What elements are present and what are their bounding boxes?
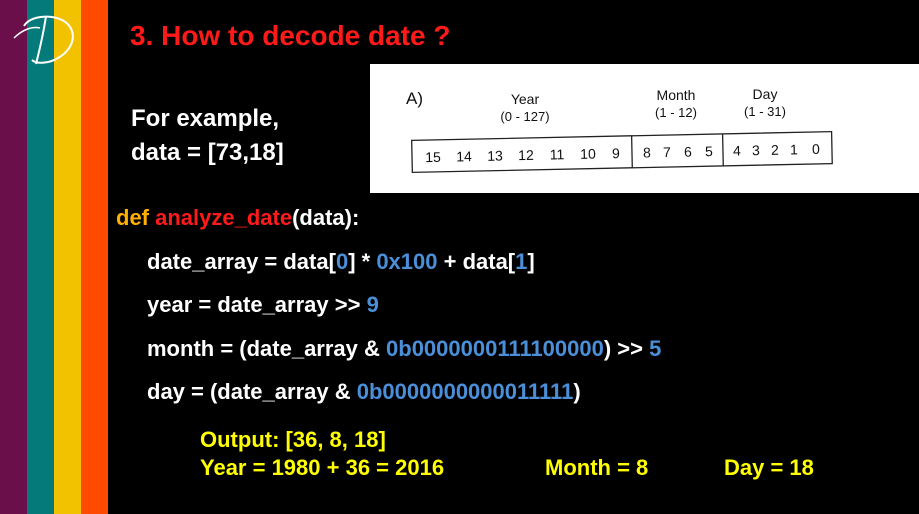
def-keyword: def [116, 205, 156, 230]
output-day: Day = 18 [724, 455, 814, 480]
code-text: date_array = data[ [147, 249, 336, 274]
day-field-range: (1 - 31) [744, 104, 786, 119]
bit-5: 5 [705, 143, 713, 159]
bit-6: 6 [684, 144, 692, 160]
bit-15: 15 [425, 149, 441, 165]
stripe-yellow [54, 0, 81, 514]
code-number: 5 [649, 336, 662, 361]
example-block: For example, data = [73,18] [131, 102, 284, 170]
bit-1: 1 [790, 141, 798, 157]
output-year: Year = 1980 + 36 = 2016 [200, 455, 445, 480]
code-text: ) >> [603, 336, 650, 361]
code-number: 9 [366, 292, 379, 317]
code-text: ] * [348, 249, 377, 274]
code-text: month = (date_array & [147, 336, 387, 361]
bit-11: 11 [550, 146, 565, 162]
code-text: + data[ [437, 249, 516, 274]
diagram-label: A) [406, 89, 423, 108]
bit-layout-diagram: A) Year (0 - 127) Month (1 - 12) Day (1 … [370, 64, 919, 193]
year-month-divider [630, 135, 633, 168]
bit-3: 3 [752, 142, 760, 158]
bit-12: 12 [518, 147, 534, 163]
stripe-orange [81, 0, 108, 514]
code-text: ) [573, 379, 581, 404]
bit-box [411, 130, 833, 174]
bit-9: 9 [612, 145, 620, 161]
bit-7: 7 [663, 144, 671, 160]
bit-13: 13 [487, 147, 503, 163]
bit-14: 14 [456, 148, 472, 164]
code-number: 0b0000000000011111 [356, 379, 574, 404]
d-monogram-logo [10, 8, 90, 68]
example-line-2: data = [73,18] [131, 139, 284, 166]
function-params: (data): [292, 205, 360, 230]
month-field-range: (1 - 12) [655, 105, 697, 120]
year-field-name: Year [511, 91, 540, 107]
stripe-purple [0, 0, 27, 514]
bit-2: 2 [771, 142, 779, 158]
code-text: year = date_array >> [147, 292, 367, 317]
code-line-month: month = (date_array & 0b0000000111100000… [147, 336, 661, 362]
bit-0: 0 [812, 141, 820, 157]
code-number: 0 [335, 249, 349, 274]
code-number: 0x100 [376, 249, 438, 274]
month-day-divider [721, 133, 724, 166]
function-name: analyze_date [155, 205, 293, 230]
code-line-year: year = date_array >> 9 [147, 292, 379, 318]
code-number: 0b0000000111100000 [386, 336, 604, 361]
output-line: Output: [36, 8, 18] [200, 427, 386, 452]
bit-8: 8 [643, 144, 651, 160]
code-number: 1 [515, 249, 528, 274]
example-line-1: For example, [131, 105, 280, 132]
code-line-day: day = (date_array & 0b0000000000011111) [147, 379, 581, 405]
stripe-teal [27, 0, 54, 514]
code-text: ] [527, 249, 535, 274]
code-line-date-array: date_array = data[0] * 0x100 + data[1] [147, 249, 535, 275]
slide-title: 3. How to decode date ? [130, 20, 451, 51]
month-field-name: Month [657, 87, 696, 103]
day-field-name: Day [753, 86, 778, 102]
output-month: Month = 8 [545, 455, 649, 480]
bit-10: 10 [580, 146, 596, 162]
code-line-def: def analyze_date(data): [116, 205, 359, 231]
year-field-range: (0 - 127) [500, 109, 549, 124]
bit-4: 4 [733, 143, 741, 159]
code-text: day = (date_array & [147, 379, 357, 404]
